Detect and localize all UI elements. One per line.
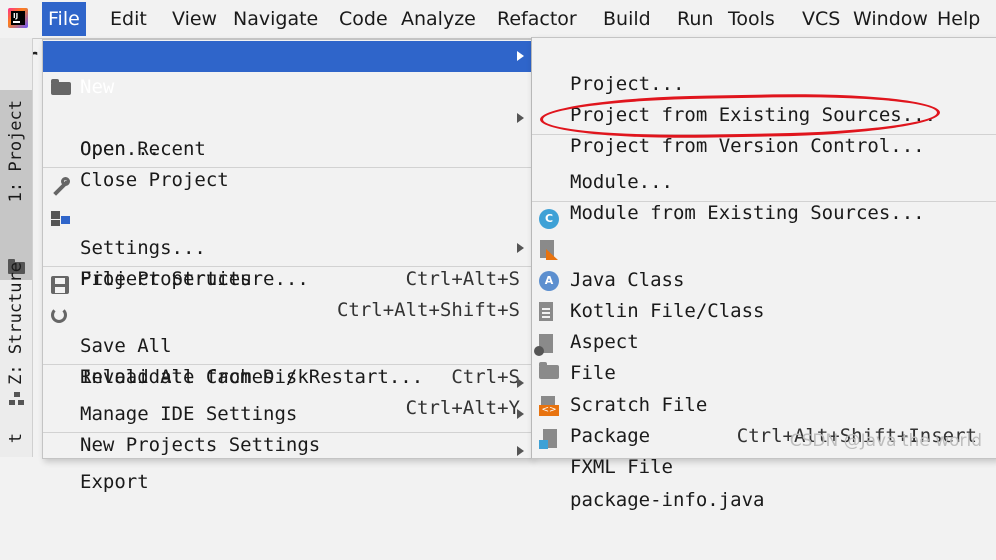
menu-run[interactable]: Run: [671, 2, 719, 36]
submenu-arrow-icon: [517, 243, 524, 253]
new-item-module[interactable]: Module...: [532, 136, 996, 193]
menu-separator: [532, 201, 996, 202]
menu-file[interactable]: File: [42, 2, 86, 36]
new-item-kotlin-file[interactable]: Kotlin File/Class: [532, 234, 996, 322]
scratch-file-icon: [534, 334, 553, 356]
menu-edit[interactable]: Edit: [104, 2, 153, 36]
menu-build[interactable]: Build: [597, 2, 657, 36]
project-tab-label: 1: Project: [6, 100, 26, 203]
menu-item-file-properties[interactable]: File Properties: [43, 233, 532, 290]
file-icon: [539, 302, 553, 321]
new-item-scratch-file[interactable]: Scratch File Ctrl+Alt+Shift+Insert: [532, 328, 996, 447]
menu-refactor[interactable]: Refactor: [491, 2, 583, 36]
fxml-file-icon: <>: [539, 396, 559, 416]
watermark: CSDN @Java the world: [789, 431, 982, 451]
open-folder-icon: [51, 79, 71, 95]
menu-item-open-recent[interactable]: Open Recent: [43, 103, 532, 160]
structure-icon: [9, 392, 25, 406]
new-item-module-existing-sources[interactable]: Module from Existing Sources...: [532, 167, 996, 224]
menu-vcs[interactable]: VCS: [796, 2, 846, 36]
file-menu-dropdown: New Open... Open Recent Close Project Se…: [42, 39, 533, 493]
submenu-arrow-icon: [517, 409, 524, 419]
submenu-arrow-icon: [517, 113, 524, 123]
package-folder-icon: [539, 362, 559, 379]
submenu-arrow-icon: [517, 446, 524, 456]
tool-tab-structure[interactable]: Z: Structure: [0, 258, 32, 448]
menu-window[interactable]: Window: [847, 2, 934, 36]
structure-tab-label: Z: Structure: [6, 262, 26, 385]
menu-item-save-all[interactable]: Save All Ctrl+S: [43, 269, 532, 388]
new-item-project-version-control[interactable]: Project from Version Control...: [532, 100, 996, 157]
menu-separator: [43, 432, 532, 433]
aspect-icon: A: [539, 271, 559, 291]
save-disk-icon: [51, 276, 69, 294]
menu-item-open[interactable]: Open...: [43, 72, 532, 160]
java-class-icon: C: [539, 209, 559, 229]
menu-separator: [43, 167, 532, 168]
new-item-fxml-file[interactable]: <> FXML File: [532, 390, 996, 478]
submenu-arrow-icon: [517, 51, 524, 61]
menu-code[interactable]: Code: [333, 2, 394, 36]
wrench-icon: [51, 177, 71, 197]
menu-view[interactable]: View: [166, 2, 223, 36]
third-tab-label: t: [6, 433, 26, 444]
menu-item-invalidate-caches[interactable]: Invalidate Caches / Restart...: [43, 331, 532, 388]
submenu-arrow-icon: [517, 378, 524, 388]
kotlin-file-icon: [539, 240, 559, 260]
new-item-java-class[interactable]: C Java Class: [532, 203, 996, 291]
reload-icon: [51, 307, 67, 323]
package-info-file-icon: [539, 429, 559, 449]
tool-tab-project[interactable]: 1: Project: [0, 90, 32, 280]
menu-bar: IJ File Edit View Navigate Code Analyze …: [0, 0, 996, 39]
left-tool-strip: 1: Project Z: Structure t: [0, 38, 33, 457]
menu-item-project-structure[interactable]: Project Structure... Ctrl+Alt+Shift+S: [43, 202, 532, 321]
menu-item-export-label: Export: [80, 471, 149, 493]
new-item-project[interactable]: Project...: [532, 38, 996, 95]
menu-navigate[interactable]: Navigate: [227, 2, 324, 36]
menu-item-export[interactable]: Export: [43, 436, 532, 493]
new-item-aspect[interactable]: A Aspect: [532, 265, 996, 353]
tool-tab-third[interactable]: t: [0, 433, 32, 457]
new-submenu-dropdown: Project... Project from Existing Sources…: [531, 37, 996, 511]
new-item-package-info-label: package-info.java: [570, 489, 765, 511]
menu-item-manage-ide-settings[interactable]: Manage IDE Settings: [43, 368, 532, 425]
menu-tools[interactable]: Tools: [722, 2, 781, 36]
menu-item-new-projects-settings[interactable]: New Projects Settings: [43, 399, 532, 456]
menu-item-close-project[interactable]: Close Project: [43, 134, 532, 191]
intellij-logo-icon: IJ: [8, 8, 28, 28]
menu-separator: [43, 364, 532, 365]
menu-separator: [532, 134, 996, 135]
menu-item-reload[interactable]: Reload All from Disk Ctrl+Alt+Y: [43, 300, 532, 419]
project-structure-icon: [51, 208, 71, 228]
menu-analyze[interactable]: Analyze: [395, 2, 482, 36]
new-item-package[interactable]: Package: [532, 359, 996, 447]
menu-item-new[interactable]: New: [43, 41, 532, 98]
menu-item-settings[interactable]: Settings... Ctrl+Alt+S: [43, 171, 532, 290]
menu-help[interactable]: Help: [931, 2, 986, 36]
menu-separator: [43, 266, 532, 267]
new-item-project-existing-sources[interactable]: Project from Existing Sources...: [532, 69, 996, 126]
new-item-file[interactable]: File: [532, 296, 996, 384]
